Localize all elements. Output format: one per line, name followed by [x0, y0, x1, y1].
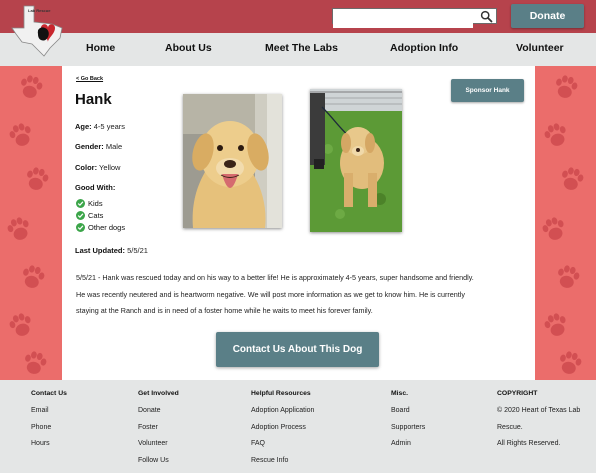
footer-link-phone[interactable]: Phone [31, 424, 67, 441]
footer-heading: Get Involved [138, 390, 179, 397]
copyright-text: Rescue. [497, 423, 523, 431]
nav-volunteer[interactable]: Volunteer [516, 42, 564, 54]
footer-column-copyright: COPYRIGHT © 2020 Heart of Texas Lab Resc… [497, 390, 580, 457]
description-line: He was recently neutered and is heartwor… [76, 289, 465, 299]
footer-link-follow-us[interactable]: Follow Us [138, 457, 179, 473]
paw-print-icon [550, 259, 586, 295]
logo-text: Lab Rescue [28, 8, 51, 13]
paw-print-icon [535, 210, 573, 248]
paw-print-icon [0, 210, 38, 248]
footer-column-get-involved: Get Involved Donate Foster Volunteer Fol… [138, 390, 179, 473]
check-icon [76, 211, 85, 220]
last-updated-label: Last Updated: [75, 246, 126, 255]
top-bar [0, 0, 596, 33]
contact-about-dog-button[interactable]: Contact Us About This Dog [216, 332, 379, 367]
left-paw-panel [0, 66, 62, 380]
footer-link-foster[interactable]: Foster [138, 424, 179, 441]
paw-print-icon [17, 345, 53, 380]
search-icon[interactable] [480, 10, 493, 23]
go-back-link[interactable]: < Go Back [76, 76, 103, 82]
good-with-item: Other dogs [76, 223, 125, 232]
footer-link-rescue-info[interactable]: Rescue Info [251, 457, 314, 473]
good-with-item: Kids [76, 199, 103, 208]
good-with-kids: Kids [88, 199, 103, 208]
dog-profile: < Go Back Hank Age: 4-5 years Gender: Ma… [62, 66, 535, 380]
copyright-text: All Rights Reserved. [497, 440, 561, 447]
sponsor-button[interactable]: Sponsor Hank [451, 79, 524, 102]
good-with-heading: Good With: [75, 183, 116, 192]
site-logo[interactable]: Lab Rescue [10, 4, 66, 58]
color-row: Color: Yellow [75, 163, 120, 172]
last-updated-row: Last Updated: 5/5/21 [75, 246, 148, 255]
dog-photo-closeup[interactable] [183, 94, 282, 228]
footer-link-donate[interactable]: Donate [138, 407, 179, 424]
nav-meet-the-labs[interactable]: Meet The Labs [265, 42, 338, 54]
age-value: 4-5 years [93, 122, 126, 131]
description-line: staying at the Ranch and is in need of a… [76, 306, 373, 315]
paw-print-icon [2, 306, 40, 344]
paw-print-icon [537, 306, 575, 344]
paw-print-icon [537, 116, 575, 154]
footer-link-admin[interactable]: Admin [391, 440, 425, 457]
footer-heading: Misc. [391, 390, 408, 397]
dog-description: 5/5/21 - Hank was rescued today and on h… [76, 270, 526, 320]
color-label: Color: [75, 163, 98, 172]
footer-link-faq[interactable]: FAQ [251, 440, 314, 457]
check-icon [76, 199, 85, 208]
age-row: Age: 4-5 years [75, 122, 125, 131]
footer-link-supporters[interactable]: Supporters [391, 424, 425, 441]
paw-print-icon [552, 345, 588, 380]
dog-name: Hank [75, 91, 112, 108]
footer-heading: COPYRIGHT [497, 390, 538, 397]
good-with-cats: Cats [88, 211, 104, 220]
footer-link-adoption-application[interactable]: Adoption Application [251, 407, 314, 424]
paw-print-icon [548, 69, 584, 105]
copyright-text: © 2020 Heart of Texas Lab [497, 407, 581, 414]
footer-link-board[interactable]: Board [391, 407, 425, 424]
paw-print-icon [2, 116, 40, 154]
footer-link-hours[interactable]: Hours [31, 440, 67, 457]
gender-row: Gender: Male [75, 142, 122, 151]
footer-column-resources: Helpful Resources Adoption Application A… [251, 390, 314, 473]
good-with-item: Cats [76, 211, 103, 220]
footer-link-volunteer[interactable]: Volunteer [138, 440, 179, 457]
paw-print-icon [15, 259, 51, 295]
main-nav: Home About Us Meet The Labs Adoption Inf… [0, 33, 596, 66]
nav-home[interactable]: Home [86, 42, 115, 54]
description-line: 5/5/21 - Hank was rescued today and on h… [76, 273, 474, 282]
gender-label: Gender: [75, 142, 104, 151]
footer-link-adoption-process[interactable]: Adoption Process [251, 424, 314, 441]
right-paw-panel [535, 66, 596, 380]
last-updated-value: 5/5/21 [127, 246, 148, 255]
paw-print-icon [19, 161, 55, 197]
footer-heading: Contact Us [31, 390, 67, 397]
footer-link-email[interactable]: Email [31, 407, 67, 424]
nav-about-us[interactable]: About Us [165, 42, 212, 54]
paw-print-icon [554, 161, 590, 197]
footer-heading: Helpful Resources [251, 390, 311, 397]
color-value: Yellow [99, 163, 121, 172]
donate-button[interactable]: Donate [511, 4, 584, 28]
dog-photo-standing[interactable] [310, 89, 402, 232]
gender-value: Male [105, 142, 123, 151]
footer-column-contact: Contact Us Email Phone Hours [31, 390, 67, 457]
paw-print-icon [13, 69, 49, 105]
search-input[interactable] [332, 8, 497, 28]
footer-column-misc: Misc. Board Supporters Admin [391, 390, 425, 457]
site-footer: Contact Us Email Phone Hours Get Involve… [0, 380, 596, 473]
search-field[interactable] [333, 13, 473, 28]
good-with-other-dogs: Other dogs [88, 223, 126, 232]
nav-adoption-info[interactable]: Adoption Info [390, 42, 458, 54]
check-icon [76, 223, 85, 232]
age-label: Age: [75, 122, 92, 131]
